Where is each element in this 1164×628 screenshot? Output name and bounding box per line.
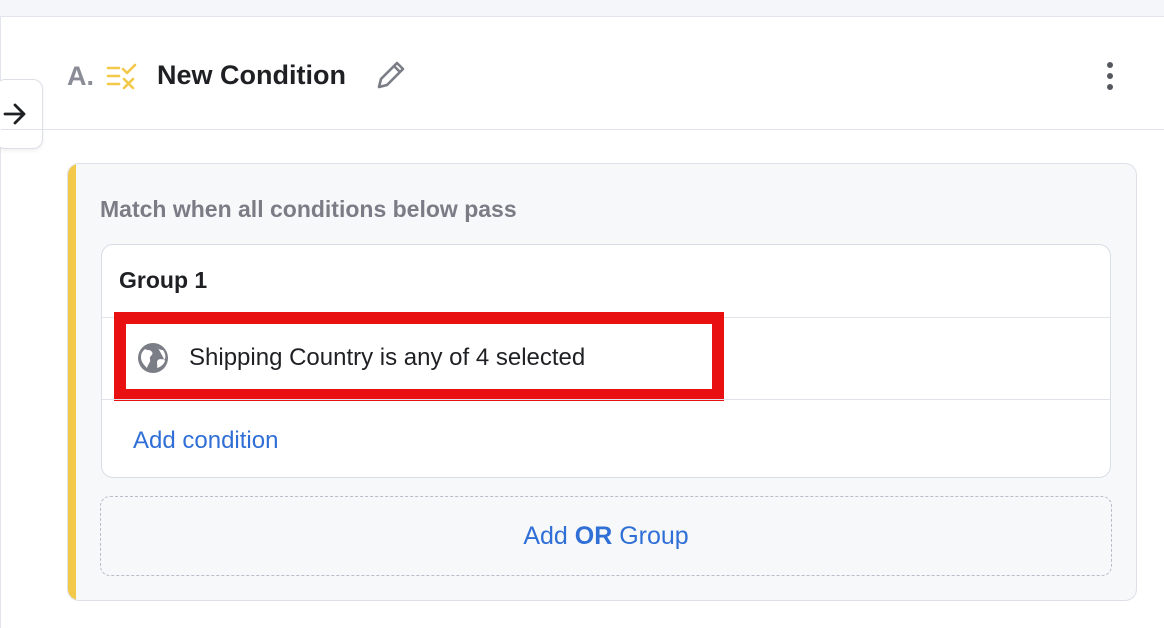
condition-list-icon [106,63,137,90]
add-condition-link[interactable]: Add condition [133,427,278,455]
group-title: Group 1 [119,267,208,293]
add-or-group-button[interactable]: Add OR Group [100,496,1112,576]
group-divider [102,399,1110,400]
condition-card: Match when all conditions below pass Gro… [67,163,1137,601]
globe-icon [138,343,168,373]
add-or-group-label: Add OR Group [523,521,689,550]
more-vertical-icon[interactable] [1097,59,1123,93]
pencil-icon[interactable] [373,59,407,93]
condition-group: Group 1 Shipping Country is any of 4 sel… [101,244,1111,478]
condition-panel: A. New Condition Match when all conditio… [0,16,1164,628]
match-rule-text: Match when all conditions below pass [100,196,517,222]
condition-header: A. New Condition [1,17,1164,130]
condition-row[interactable]: Shipping Country is any of 4 selected [102,312,1110,401]
condition-prefix: A. [67,61,94,91]
card-accent-bar [68,164,76,600]
condition-text: Shipping Country is any of 4 selected [189,344,586,371]
condition-title: New Condition [157,60,346,90]
